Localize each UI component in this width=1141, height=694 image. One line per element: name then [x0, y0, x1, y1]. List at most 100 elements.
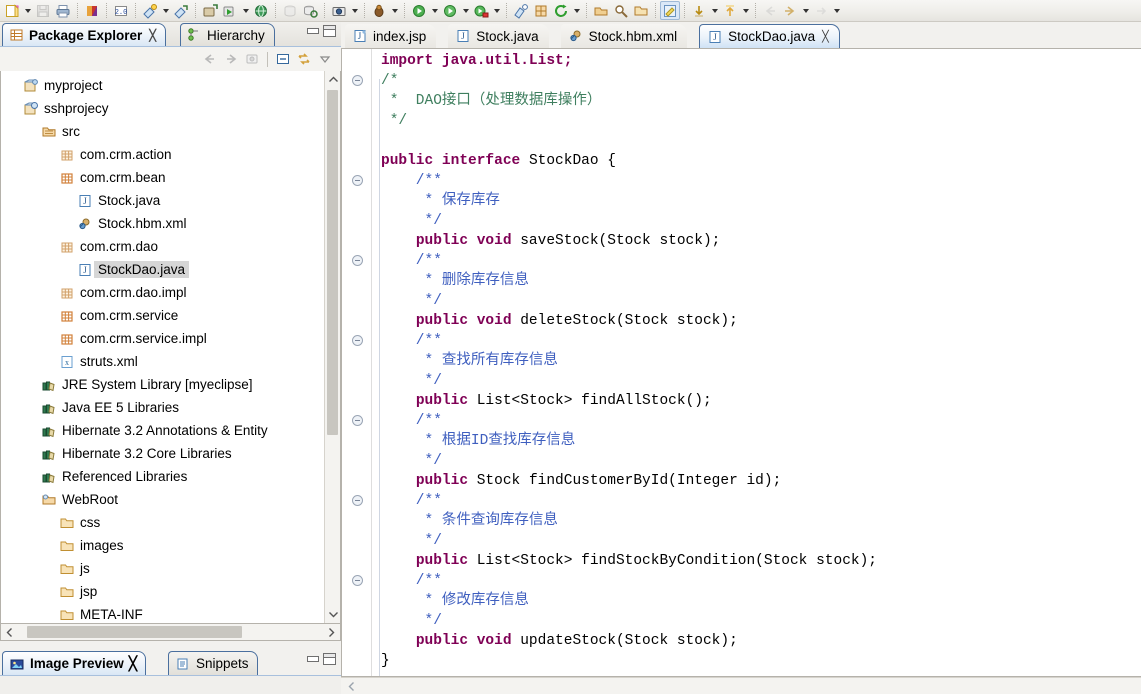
tree-horizontal-scrollbar[interactable]	[0, 624, 341, 641]
refresh-icon[interactable]	[551, 1, 571, 20]
open-task-icon[interactable]	[631, 1, 651, 20]
run-server-icon[interactable]	[220, 1, 240, 20]
chevron-down-icon[interactable]	[800, 1, 811, 20]
code-editor[interactable]: import java.util.List; /* * DAO接口（处理数据库操作…	[341, 48, 1141, 677]
scroll-right-icon[interactable]	[323, 624, 340, 641]
fold-collapse-icon[interactable]	[352, 575, 363, 586]
tree-item-java-ee-5-libraries[interactable]: Java EE 5 Libraries	[1, 396, 324, 419]
tab-image-preview[interactable]: Image Preview ╳	[2, 651, 146, 675]
tree-item-js[interactable]: js	[1, 557, 324, 580]
tree-item-stockdao-java[interactable]: J StockDao.java	[1, 258, 324, 281]
next-annotation-icon[interactable]	[689, 1, 709, 20]
tree-item-stock-java[interactable]: J Stock.java	[1, 189, 324, 212]
toggle-markup-icon[interactable]	[660, 1, 680, 20]
back-icon[interactable]	[760, 1, 780, 20]
scrollbar-thumb[interactable]	[27, 626, 242, 638]
editor-tab-stockdao-java[interactable]: J StockDao.java ╳	[699, 24, 840, 48]
undeploy-icon[interactable]	[171, 1, 191, 20]
chevron-down-icon[interactable]	[240, 1, 251, 20]
forward-arrow-icon[interactable]	[221, 50, 241, 69]
collapse-all-icon[interactable]	[273, 50, 293, 69]
chevron-down-icon[interactable]	[389, 1, 400, 20]
chevron-down-icon[interactable]	[571, 1, 582, 20]
home-icon[interactable]	[242, 50, 262, 69]
close-icon[interactable]: ╳	[129, 656, 137, 672]
tree-item-hibernate-3-2-core-libraries[interactable]: Hibernate 3.2 Core Libraries	[1, 442, 324, 465]
tree-item-com-crm-service[interactable]: com.crm.service	[1, 304, 324, 327]
j2ee-20-icon[interactable]: 2.0	[111, 1, 131, 20]
scroll-up-icon[interactable]	[325, 71, 340, 88]
tree-item-meta-inf[interactable]: META-INF	[1, 603, 324, 623]
tree-item-struts-xml[interactable]: x struts.xml	[1, 350, 324, 373]
print-icon[interactable]	[53, 1, 73, 20]
scrollbar-thumb[interactable]	[327, 90, 338, 435]
editor-tab-index-jsp[interactable]: Jindex.jsp	[345, 24, 437, 48]
project-tree[interactable]: myproject sshprojecy src com.crm.action com.…	[1, 71, 324, 623]
tree-vertical-scrollbar[interactable]	[324, 71, 340, 623]
source-code[interactable]: import java.util.List; /* * DAO接口（处理数据库操作…	[373, 49, 1141, 676]
tree-item-com-crm-bean[interactable]: com.crm.bean	[1, 166, 324, 189]
tree-item-stock-hbm-xml[interactable]: Stock.hbm.xml	[1, 212, 324, 235]
fold-collapse-icon[interactable]	[352, 75, 363, 86]
view-menu-icon[interactable]	[315, 50, 335, 69]
scroll-left-icon[interactable]	[1, 624, 18, 641]
link-with-editor-icon[interactable]	[294, 50, 314, 69]
chevron-down-icon[interactable]	[22, 1, 33, 20]
tree-item-sshprojecy[interactable]: sshprojecy	[1, 97, 324, 120]
search-icon[interactable]	[611, 1, 631, 20]
folding-gutter[interactable]	[342, 49, 372, 676]
chevron-down-icon[interactable]	[349, 1, 360, 20]
minimize-button[interactable]	[306, 654, 319, 665]
db-browser-icon[interactable]	[280, 1, 300, 20]
external-tools-icon[interactable]	[511, 1, 531, 20]
scroll-left-icon[interactable]	[341, 678, 361, 694]
tree-item-webroot[interactable]: WebRoot	[1, 488, 324, 511]
snapshot-icon[interactable]	[329, 1, 349, 20]
fold-collapse-icon[interactable]	[352, 335, 363, 346]
back-arrow-icon[interactable]	[200, 50, 220, 69]
tree-item-jre-system-library-myeclipse[interactable]: JRE System Library [myeclipse]	[1, 373, 324, 396]
run-config-icon[interactable]	[471, 1, 491, 20]
chevron-down-icon[interactable]	[429, 1, 440, 20]
tree-item-myproject[interactable]: myproject	[1, 74, 324, 97]
close-icon[interactable]: ╳	[822, 30, 829, 43]
chevron-down-icon[interactable]	[709, 1, 720, 20]
forward-icon[interactable]	[780, 1, 800, 20]
tree-item-referenced-libraries[interactable]: Referenced Libraries	[1, 465, 324, 488]
tree-item-com-crm-service-impl[interactable]: com.crm.service.impl	[1, 327, 324, 350]
tab-package-explorer[interactable]: Package Explorer ╳	[2, 23, 166, 46]
fold-collapse-icon[interactable]	[352, 175, 363, 186]
scroll-down-icon[interactable]	[325, 606, 340, 623]
close-icon[interactable]: ╳	[149, 29, 156, 42]
tab-hierarchy[interactable]: Hierarchy	[180, 23, 275, 46]
db-refresh-icon[interactable]	[300, 1, 320, 20]
save-icon[interactable]	[33, 1, 53, 20]
tree-item-hibernate-3-2-annotations-entity[interactable]: Hibernate 3.2 Annotations & Entity	[1, 419, 324, 442]
tab-snippets[interactable]: Snippets	[168, 651, 258, 675]
add-server-icon[interactable]	[200, 1, 220, 20]
editor-tab-stock-hbm-xml[interactable]: Stock.hbm.xml	[560, 24, 688, 48]
web-browser-icon[interactable]	[251, 1, 271, 20]
chevron-down-icon[interactable]	[740, 1, 751, 20]
tree-item-images[interactable]: images	[1, 534, 324, 557]
fold-collapse-icon[interactable]	[352, 415, 363, 426]
deploy-icon[interactable]	[140, 1, 160, 20]
minimize-button[interactable]	[306, 26, 319, 37]
editor-horizontal-scrollbar[interactable]	[341, 677, 1141, 694]
run-green-icon[interactable]	[440, 1, 460, 20]
myeclipse-perspective-icon[interactable]	[82, 1, 102, 20]
editor-tab-stock-java[interactable]: J Stock.java	[448, 24, 549, 48]
run-icon[interactable]	[409, 1, 429, 20]
tree-item-com-crm-dao-impl[interactable]: com.crm.dao.impl	[1, 281, 324, 304]
debug-icon[interactable]	[369, 1, 389, 20]
chevron-down-icon[interactable]	[491, 1, 502, 20]
maximize-button[interactable]	[323, 25, 336, 37]
chevron-down-icon[interactable]	[460, 1, 471, 20]
tree-item-css[interactable]: css	[1, 511, 324, 534]
chevron-down-icon[interactable]	[160, 1, 171, 20]
tree-item-com-crm-action[interactable]: com.crm.action	[1, 143, 324, 166]
tree-item-com-crm-dao[interactable]: com.crm.dao	[1, 235, 324, 258]
tree-item-src[interactable]: src	[1, 120, 324, 143]
new-package-icon[interactable]	[531, 1, 551, 20]
open-type-icon[interactable]	[591, 1, 611, 20]
